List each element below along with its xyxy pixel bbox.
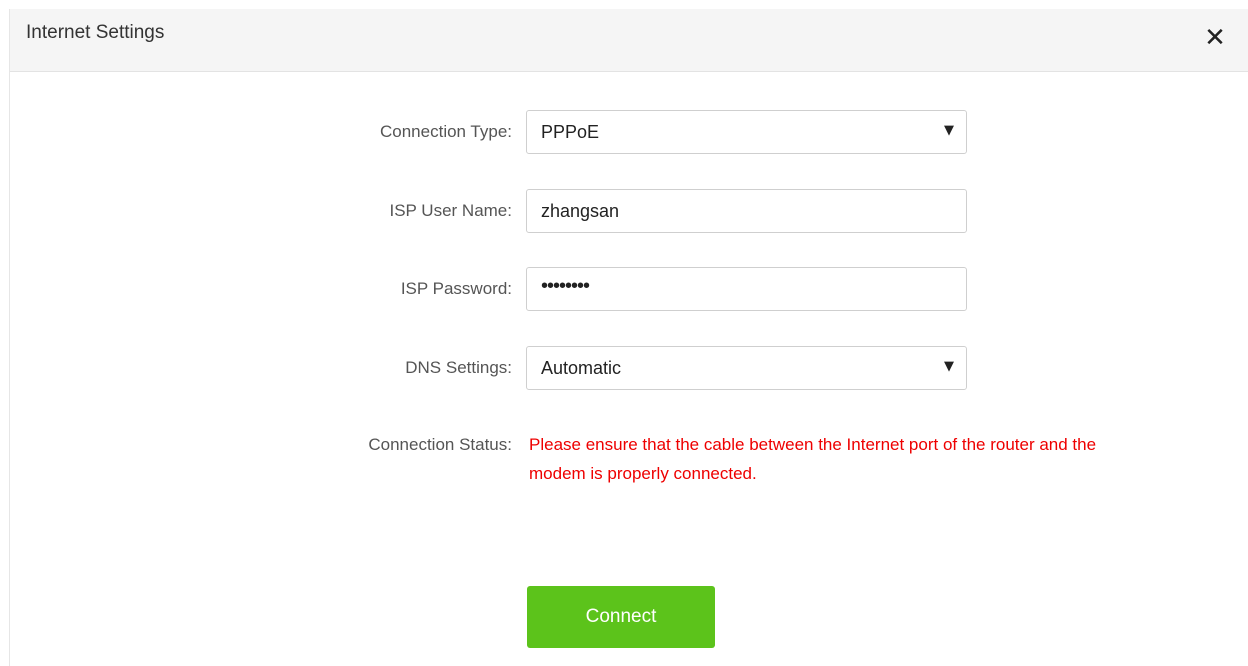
connection-type-label: Connection Type: xyxy=(380,122,512,141)
connect-button[interactable]: Connect xyxy=(527,586,715,648)
dns-settings-value: Automatic xyxy=(541,358,622,378)
isp-user-name-label: ISP User Name: xyxy=(389,201,512,220)
dropdown-arrow-icon: ▼ xyxy=(944,123,954,138)
dropdown-arrow-icon: ▼ xyxy=(944,359,954,374)
close-icon[interactable]: ✕ xyxy=(1200,23,1230,53)
internet-settings-dialog: Internet Settings ✕ Connection Type: PPP… xyxy=(9,9,1248,666)
dialog-title: Internet Settings xyxy=(26,22,165,43)
connection-status-line-1: Please ensure that the cable between the… xyxy=(529,435,1097,454)
connection-status-message: Please ensure that the cable between the… xyxy=(529,430,1219,488)
isp-user-name-input[interactable]: zhangsan xyxy=(526,189,967,233)
connection-status-label: Connection Status: xyxy=(368,435,512,454)
isp-user-name-value: zhangsan xyxy=(541,201,620,221)
isp-password-input[interactable]: •••••••• xyxy=(526,267,967,311)
isp-password-label: ISP Password: xyxy=(400,279,512,298)
connection-type-select[interactable]: PPPoE ▼ xyxy=(526,110,967,154)
connection-type-value: PPPoE xyxy=(541,122,600,142)
dns-settings-select[interactable]: Automatic ▼ xyxy=(526,346,967,390)
isp-password-value: •••••••• xyxy=(541,275,590,297)
dns-settings-label: DNS Settings: xyxy=(405,358,512,377)
dialog-header: Internet Settings ✕ xyxy=(10,9,1248,72)
connection-status-line-2: modem is properly connected. xyxy=(529,464,757,483)
